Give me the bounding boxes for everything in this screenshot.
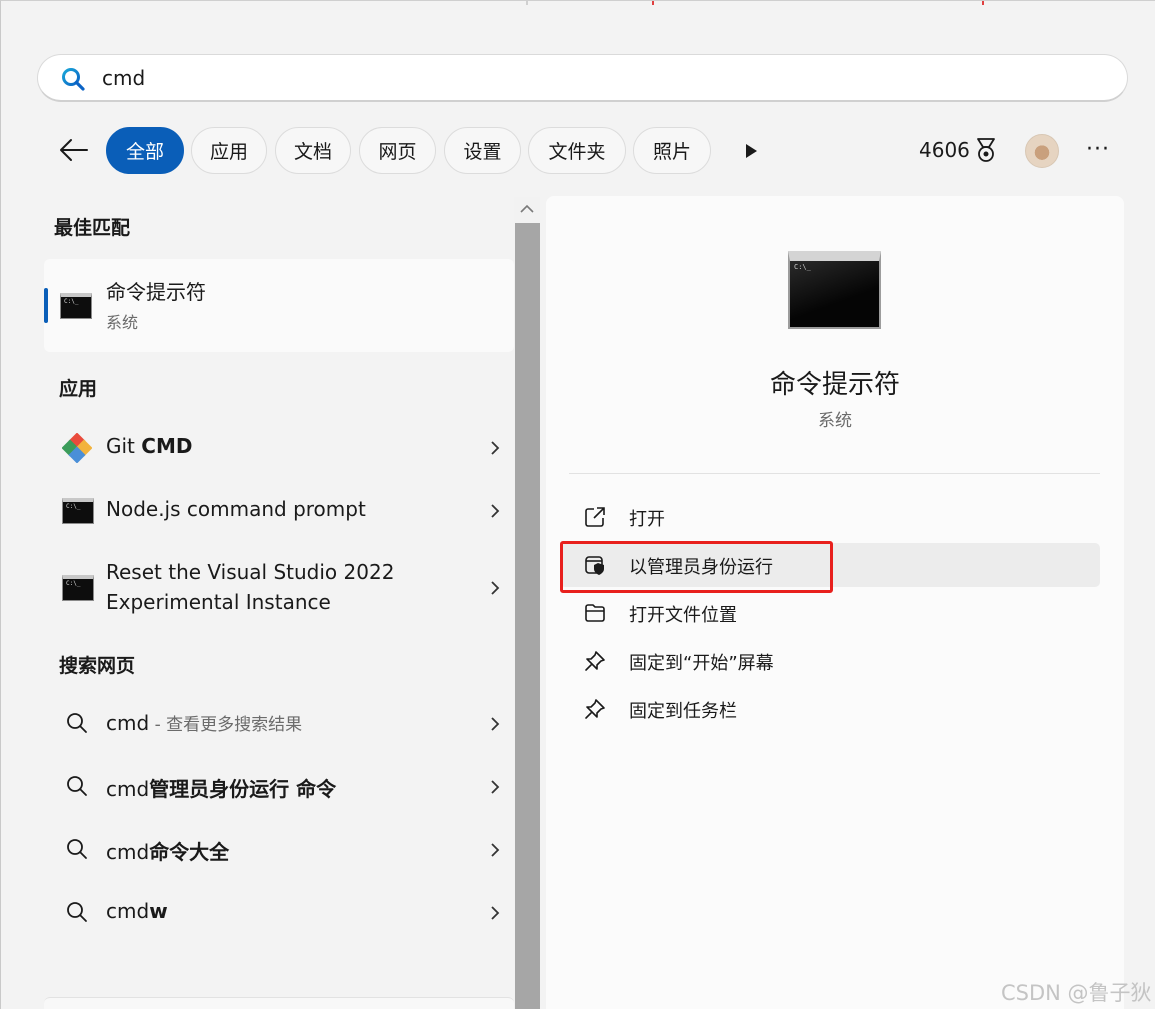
selection-indicator <box>44 288 48 323</box>
search-icon <box>62 68 85 91</box>
search-input[interactable]: cmd <box>102 66 145 90</box>
web-item-label: cmd <box>106 711 150 735</box>
web-item-label: cmd <box>106 777 150 801</box>
chevron-right-icon[interactable] <box>489 905 501 921</box>
command-prompt-large-icon <box>788 251 881 329</box>
web-item-label-bold: w <box>149 899 168 923</box>
pin-icon <box>585 699 605 719</box>
apps-heading: 应用 <box>59 378 98 400</box>
git-icon <box>62 433 92 463</box>
web-item-label-bold: 管理员身份运行 命令 <box>149 777 337 801</box>
web-item-label: cmd <box>106 899 150 923</box>
scrollbar-thumb[interactable] <box>515 223 540 1009</box>
best-match-title: 命令提示符 <box>106 280 206 304</box>
best-match-heading: 最佳匹配 <box>54 217 131 239</box>
app-item-label: Git <box>106 434 142 458</box>
scroll-up-icon[interactable] <box>519 203 535 215</box>
search-icon <box>67 713 87 733</box>
web-item-label: cmd <box>106 840 150 864</box>
best-match-subtitle: 系统 <box>106 313 139 332</box>
filter-chip-photos[interactable]: 照片 <box>633 127 711 174</box>
results-scrollbar[interactable] <box>514 197 540 1009</box>
window-edge-mark <box>982 1 984 5</box>
best-match-result[interactable]: 命令提示符 系统 <box>44 259 514 352</box>
folder-icon <box>585 604 605 622</box>
action-label: 打开文件位置 <box>629 605 737 626</box>
window-edge-mark <box>526 1 528 5</box>
highlight-annotation-box <box>560 541 833 593</box>
command-prompt-icon <box>62 498 94 524</box>
app-item-label: Node.js command prompt <box>106 497 366 521</box>
rewards-points: 4606 <box>919 138 970 162</box>
detail-pane: 命令提示符 系统 打开 以管理员身份运行 打开文件位置 <box>546 196 1124 1009</box>
chevron-right-icon[interactable] <box>489 503 501 519</box>
search-icon <box>67 776 87 796</box>
action-pin-to-taskbar[interactable]: 固定到任务栏 <box>560 687 1100 731</box>
search-box[interactable]: cmd <box>37 54 1128 102</box>
action-label: 打开 <box>629 509 665 530</box>
app-item-label-line2: Experimental Instance <box>106 590 331 614</box>
divider <box>569 473 1100 474</box>
next-result-card[interactable] <box>44 997 514 1009</box>
app-item-label-bold: CMD <box>141 434 193 458</box>
user-avatar[interactable] <box>1025 134 1059 168</box>
action-open-file-location[interactable]: 打开文件位置 <box>560 591 1100 635</box>
more-filters-play-icon[interactable] <box>743 142 759 160</box>
open-external-icon <box>585 507 605 527</box>
action-label: 固定到“开始”屏幕 <box>629 653 774 674</box>
web-item-label-bold: 命令大全 <box>149 840 230 864</box>
action-label: 固定到任务栏 <box>629 701 737 722</box>
filter-chip-apps[interactable]: 应用 <box>191 127 267 174</box>
window-edge-mark <box>652 1 654 5</box>
app-item-label-line1: Reset the Visual Studio 2022 <box>106 560 395 584</box>
search-icon <box>67 902 87 922</box>
filter-chip-folders[interactable]: 文件夹 <box>528 127 626 174</box>
rewards-medal-icon[interactable] <box>974 137 998 165</box>
filter-chip-web[interactable]: 网页 <box>359 127 436 174</box>
more-options-icon[interactable]: ··· <box>1086 137 1110 162</box>
action-open[interactable]: 打开 <box>560 495 1100 539</box>
chevron-right-icon[interactable] <box>489 779 501 795</box>
web-search-heading: 搜索网页 <box>59 655 136 677</box>
search-icon <box>67 839 87 859</box>
web-item-hint: - 查看更多搜索结果 <box>149 715 303 735</box>
watermark: CSDN @鲁子狄 <box>1001 981 1152 1005</box>
chevron-right-icon[interactable] <box>489 440 501 456</box>
command-prompt-icon <box>60 293 92 319</box>
chevron-right-icon[interactable] <box>489 842 501 858</box>
detail-title: 命令提示符 <box>769 370 900 400</box>
filter-chip-settings[interactable]: 设置 <box>444 127 521 174</box>
back-arrow-icon[interactable] <box>57 135 91 165</box>
action-pin-to-start[interactable]: 固定到“开始”屏幕 <box>560 639 1100 683</box>
filter-chip-all[interactable]: 全部 <box>106 127 184 174</box>
search-window: cmd 全部 应用 文档 网页 设置 文件夹 照片 4606 ··· 最佳匹配 … <box>0 0 1155 1009</box>
detail-subtitle: 系统 <box>818 411 852 431</box>
command-prompt-icon <box>62 575 94 601</box>
filter-chip-documents[interactable]: 文档 <box>275 127 351 174</box>
pin-icon <box>585 651 605 671</box>
chevron-right-icon[interactable] <box>489 580 501 596</box>
chevron-right-icon[interactable] <box>489 716 501 732</box>
